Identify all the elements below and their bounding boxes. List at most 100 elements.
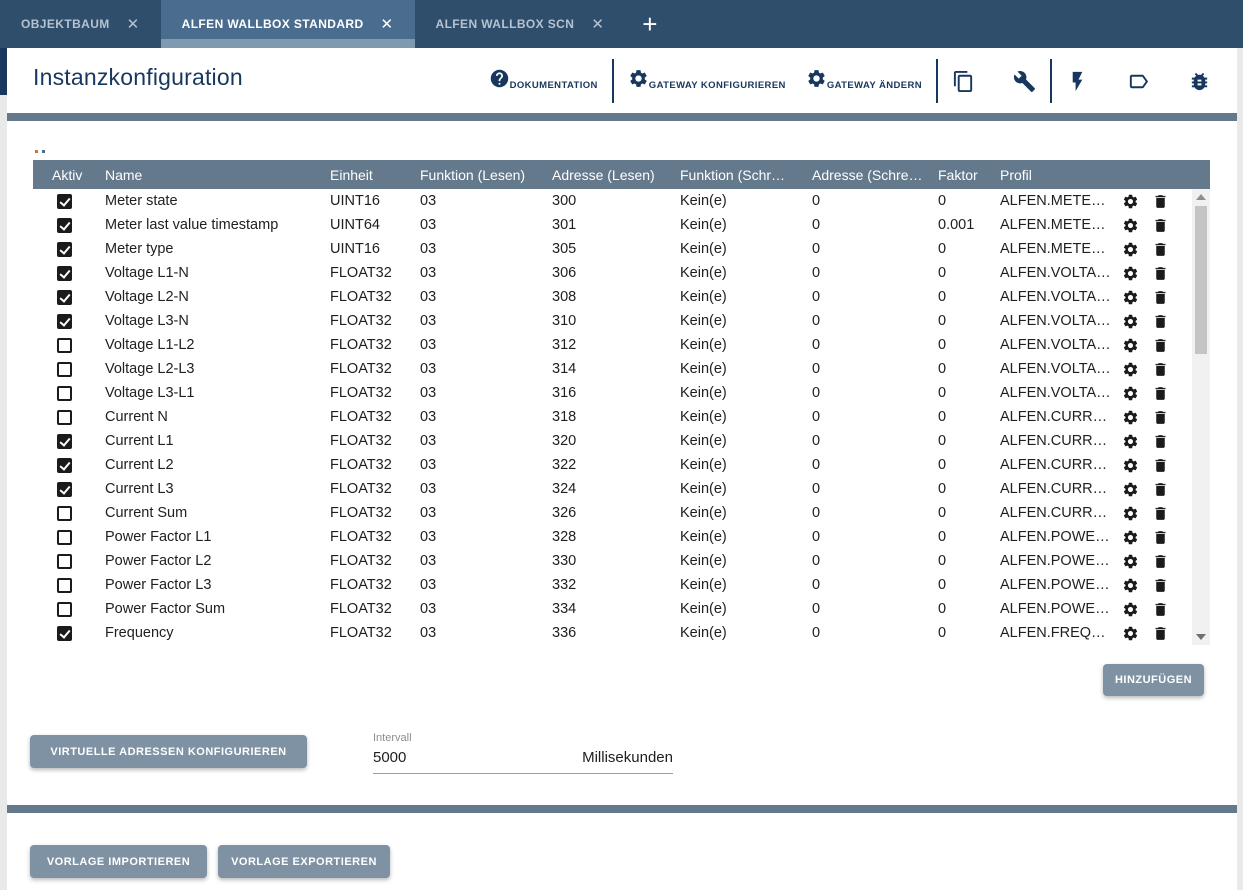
row-active-checkbox[interactable]: [57, 338, 72, 353]
table-header: AktivNameEinheitFunktion (Lesen)Adresse …: [33, 160, 1210, 189]
interval-value[interactable]: 5000: [373, 749, 406, 766]
lightning-icon[interactable]: [1066, 70, 1089, 93]
row-delete-trash-icon[interactable]: [1152, 337, 1169, 354]
row-settings-gear-icon[interactable]: [1122, 409, 1139, 426]
row-settings-gear-icon[interactable]: [1122, 385, 1139, 402]
row-delete-trash-icon[interactable]: [1152, 457, 1169, 474]
tab-objektbaum[interactable]: OBJEKTBAUM ✕: [0, 0, 161, 48]
row-einheit: FLOAT32: [330, 625, 420, 641]
plus-icon: +: [642, 9, 657, 40]
row-settings-gear-icon[interactable]: [1122, 361, 1139, 378]
tab-close-icon[interactable]: ✕: [127, 17, 140, 32]
row-active-checkbox[interactable]: [57, 242, 72, 257]
row-profil: ALFEN.POWE…: [1000, 601, 1120, 617]
add-row-button[interactable]: HINZUFÜGEN: [1103, 664, 1204, 696]
row-active-checkbox[interactable]: [57, 194, 72, 209]
row-delete-trash-icon[interactable]: [1152, 385, 1169, 402]
row-delete-trash-icon[interactable]: [1152, 241, 1169, 258]
row-settings-gear-icon[interactable]: [1122, 457, 1139, 474]
row-delete-trash-icon[interactable]: [1152, 289, 1169, 306]
row-delete-trash-icon[interactable]: [1152, 553, 1169, 570]
row-settings-gear-icon[interactable]: [1122, 553, 1139, 570]
add-tab-button[interactable]: +: [625, 0, 674, 48]
row-delete-trash-icon[interactable]: [1152, 529, 1169, 546]
row-settings-gear-icon[interactable]: [1122, 601, 1139, 618]
row-settings-gear-icon[interactable]: [1122, 265, 1139, 282]
row-active-checkbox[interactable]: [57, 578, 72, 593]
scroll-down-arrow-icon[interactable]: [1196, 634, 1206, 640]
row-active-checkbox[interactable]: [57, 362, 72, 377]
tab-close-icon[interactable]: ✕: [381, 17, 394, 32]
table-row: Meter last value timestampUINT6403301Kei…: [33, 213, 1192, 237]
row-settings-gear-icon[interactable]: [1122, 625, 1139, 642]
row-delete-trash-icon[interactable]: [1152, 601, 1169, 618]
tab-alfen-wallbox-standard[interactable]: ALFEN WALLBOX STANDARD✕: [161, 0, 415, 48]
row-faktor: 0: [938, 433, 1000, 449]
import-template-button[interactable]: VORLAGE IMPORTIEREN: [30, 845, 207, 878]
row-delete-trash-icon[interactable]: [1152, 481, 1169, 498]
row-settings-gear-icon[interactable]: [1122, 313, 1139, 330]
tab-label: OBJEKTBAUM: [21, 17, 110, 31]
row-active-checkbox[interactable]: [57, 410, 72, 425]
row-settings-gear-icon[interactable]: [1122, 433, 1139, 450]
row-adresse-schreiben: 0: [812, 625, 938, 641]
row-settings-gear-icon[interactable]: [1122, 217, 1139, 234]
configure-virtual-addresses-button[interactable]: VIRTUELLE ADRESSEN KONFIGURIEREN: [30, 735, 307, 768]
row-delete-trash-icon[interactable]: [1152, 505, 1169, 522]
row-funktion-schreiben: Kein(e): [680, 193, 812, 209]
row-active-checkbox[interactable]: [57, 626, 72, 641]
gateway-configure-button[interactable]: GATEWAY KONFIGURIEREN: [628, 68, 786, 94]
row-settings-gear-icon[interactable]: [1122, 241, 1139, 258]
row-delete-trash-icon[interactable]: [1152, 433, 1169, 450]
row-active-checkbox[interactable]: [57, 266, 72, 281]
copy-icon[interactable]: [952, 70, 975, 93]
row-faktor: 0: [938, 625, 1000, 641]
row-settings-gear-icon[interactable]: [1122, 481, 1139, 498]
row-settings-gear-icon[interactable]: [1122, 289, 1139, 306]
scrollbar-thumb[interactable]: [1195, 206, 1207, 354]
row-settings-gear-icon[interactable]: [1122, 577, 1139, 594]
row-delete-trash-icon[interactable]: [1152, 577, 1169, 594]
row-delete-trash-icon[interactable]: [1152, 265, 1169, 282]
row-delete-trash-icon[interactable]: [1152, 625, 1169, 642]
row-active-checkbox[interactable]: [57, 314, 72, 329]
row-settings-gear-icon[interactable]: [1122, 505, 1139, 522]
row-active-checkbox[interactable]: [57, 506, 72, 521]
table-scrollbar[interactable]: [1192, 189, 1210, 645]
row-faktor: 0.001: [938, 217, 1000, 233]
row-active-checkbox[interactable]: [57, 602, 72, 617]
documentation-button[interactable]: DOKUMENTATION: [489, 68, 598, 94]
tab-close-icon[interactable]: ✕: [591, 17, 604, 32]
row-delete-trash-icon[interactable]: [1152, 193, 1169, 210]
wrench-icon[interactable]: [1013, 70, 1036, 93]
gateway-change-button[interactable]: GATEWAY ÄNDERN: [806, 68, 922, 94]
row-name: Power Factor L3: [105, 577, 330, 593]
row-active-checkbox[interactable]: [57, 458, 72, 473]
interval-input[interactable]: 5000 Millisekunden: [373, 749, 673, 774]
scroll-up-arrow-icon[interactable]: [1196, 194, 1206, 200]
row-active-checkbox[interactable]: [57, 530, 72, 545]
row-active-checkbox[interactable]: [57, 290, 72, 305]
row-active-checkbox[interactable]: [57, 434, 72, 449]
tab-alfen-wallbox-scn[interactable]: ALFEN WALLBOX SCN✕: [415, 0, 626, 48]
row-settings-gear-icon[interactable]: [1122, 337, 1139, 354]
export-template-button[interactable]: VORLAGE EXPORTIEREN: [218, 845, 390, 878]
row-settings-gear-icon[interactable]: [1122, 193, 1139, 210]
row-active-checkbox[interactable]: [57, 482, 72, 497]
row-delete-trash-icon[interactable]: [1152, 409, 1169, 426]
row-settings-gear-icon[interactable]: [1122, 529, 1139, 546]
row-name: Current L1: [105, 433, 330, 449]
row-profil: ALFEN.VOLTA…: [1000, 337, 1120, 353]
row-active-checkbox[interactable]: [57, 218, 72, 233]
bug-icon[interactable]: [1188, 70, 1211, 93]
row-delete-trash-icon[interactable]: [1152, 217, 1169, 234]
row-delete-trash-icon[interactable]: [1152, 313, 1169, 330]
label-tag-icon[interactable]: [1127, 70, 1150, 93]
row-faktor: 0: [938, 337, 1000, 353]
row-adresse-lesen: 310: [552, 313, 680, 329]
row-active-checkbox[interactable]: [57, 554, 72, 569]
row-active-checkbox[interactable]: [57, 386, 72, 401]
row-delete-trash-icon[interactable]: [1152, 361, 1169, 378]
table-row: Current SumFLOAT3203326Kein(e)00ALFEN.CU…: [33, 501, 1192, 525]
row-name: Meter last value timestamp: [105, 217, 330, 233]
